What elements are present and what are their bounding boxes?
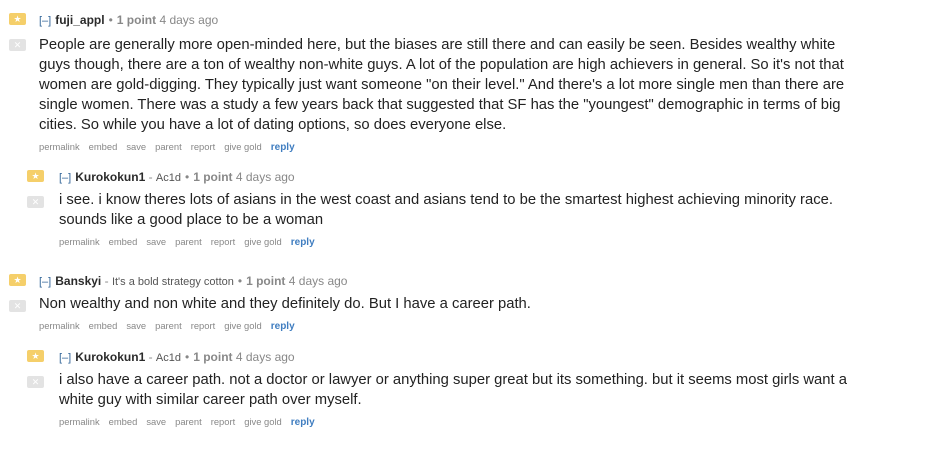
report-link[interactable]: report — [211, 416, 236, 427]
reply-link[interactable]: reply — [291, 237, 315, 248]
embed-link[interactable]: embed — [109, 416, 138, 427]
comment-body: i also have a career path. not a doctor … — [59, 372, 847, 408]
comment-actions: permalink embed save parent report give gold r… — [39, 320, 304, 332]
upvote-star-icon[interactable]: ★ — [27, 170, 44, 182]
comment-header: [–] fuji_appl • 1 point 4 days ago — [39, 13, 218, 28]
upvote-star-icon[interactable]: ★ — [27, 350, 44, 362]
comment-score: 1 point — [193, 170, 233, 184]
vote-arrows: ★ ✕ — [27, 170, 47, 208]
give-gold-link[interactable]: give gold — [224, 141, 262, 152]
user-flair: It's a bold strategy cotton — [111, 276, 234, 288]
downvote-x-icon[interactable]: ✕ — [9, 39, 26, 51]
user-flair: Ac1d — [155, 172, 181, 184]
embed-link[interactable]: embed — [109, 236, 138, 247]
vote-arrows: ★ ✕ — [27, 350, 47, 388]
downvote-x-icon[interactable]: ✕ — [27, 376, 44, 388]
comment-author[interactable]: Banskyi — [55, 274, 101, 288]
comment-header: [–] Kurokokun1 - Ac1d • 1 point 4 days ago — [59, 170, 295, 184]
downvote-x-icon[interactable]: ✕ — [27, 196, 44, 208]
user-flair: Ac1d — [155, 352, 181, 364]
comment-time: 4 days ago — [235, 350, 295, 364]
parent-link[interactable]: parent — [155, 320, 182, 331]
report-link[interactable]: report — [211, 236, 236, 247]
comment-header: [–] Kurokokun1 - Ac1d • 1 point 4 days ago — [59, 350, 295, 364]
parent-link[interactable]: parent — [155, 141, 182, 152]
collapse-toggle[interactable]: [–] — [59, 352, 71, 364]
permalink-link[interactable]: permalink — [39, 320, 80, 331]
comment-actions: permalink embed save parent report give gold r… — [59, 236, 324, 248]
give-gold-link[interactable]: give gold — [224, 320, 262, 331]
reply-link[interactable]: reply — [271, 321, 295, 332]
permalink-link[interactable]: permalink — [39, 141, 80, 152]
comment-time: 4 days ago — [288, 274, 348, 288]
give-gold-link[interactable]: give gold — [244, 236, 282, 247]
comment-body: i see. i know theres lots of asians in t… — [59, 192, 833, 228]
vote-arrows: ★ ✕ — [9, 13, 29, 51]
comment-body: People are generally more open-minded he… — [39, 37, 845, 133]
comment-time: 4 days ago — [159, 13, 219, 27]
parent-link[interactable]: parent — [175, 416, 202, 427]
comment-author[interactable]: fuji_appl — [55, 13, 104, 27]
permalink-link[interactable]: permalink — [59, 416, 100, 427]
reply-link[interactable]: reply — [291, 417, 315, 428]
save-link[interactable]: save — [126, 320, 146, 331]
embed-link[interactable]: embed — [89, 320, 118, 331]
separator-dot: • — [237, 274, 243, 288]
comment-actions: permalink embed save parent report give gold r… — [39, 141, 304, 153]
separator-dot: • — [185, 170, 190, 184]
report-link[interactable]: report — [191, 141, 216, 152]
save-link[interactable]: save — [126, 141, 146, 152]
comment-score: 1 point — [193, 350, 233, 364]
give-gold-link[interactable]: give gold — [244, 416, 282, 427]
parent-link[interactable]: parent — [175, 236, 202, 247]
comment-author[interactable]: Kurokokun1 — [75, 350, 145, 364]
reply-link[interactable]: reply — [271, 142, 295, 153]
report-link[interactable]: report — [191, 320, 216, 331]
separator-dot: • — [185, 350, 190, 364]
collapse-toggle[interactable]: [–] — [39, 276, 51, 288]
save-link[interactable]: save — [146, 236, 166, 247]
comment-score: 1 point — [246, 274, 286, 288]
separator-dot: • — [108, 13, 113, 27]
comment-author[interactable]: Kurokokun1 — [75, 170, 145, 184]
comment-actions: permalink embed save parent report give gold r… — [59, 416, 324, 428]
comment-body: Non wealthy and non white and they defin… — [39, 296, 531, 312]
collapse-toggle[interactable]: [–] — [59, 172, 71, 184]
upvote-star-icon[interactable]: ★ — [9, 274, 26, 286]
save-link[interactable]: save — [146, 416, 166, 427]
permalink-link[interactable]: permalink — [59, 236, 100, 247]
comment-time: 4 days ago — [235, 170, 295, 184]
downvote-x-icon[interactable]: ✕ — [9, 300, 26, 312]
upvote-star-icon[interactable]: ★ — [9, 13, 26, 25]
comment-header: [–] Banskyi - It's a bold strategy cotton… — [39, 274, 348, 288]
vote-arrows: ★ ✕ — [9, 274, 29, 312]
embed-link[interactable]: embed — [89, 141, 118, 152]
comment-score: 1 point — [116, 13, 157, 27]
collapse-toggle[interactable]: [–] — [39, 15, 51, 27]
